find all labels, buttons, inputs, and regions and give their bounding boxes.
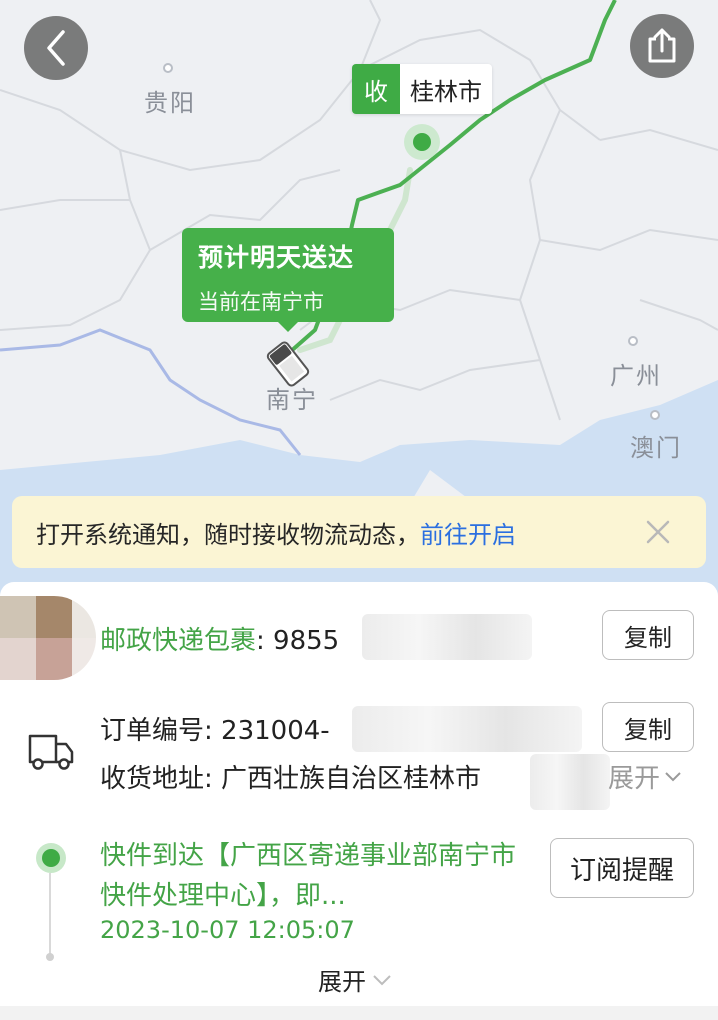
package-tracking-number: 邮政快递包裹: 9855 <box>100 620 339 657</box>
notification-text: 打开系统通知，随时接收物流动态， <box>36 520 420 549</box>
expand-timeline-button[interactable]: 展开 <box>318 962 392 997</box>
destination-pin-icon <box>404 124 440 160</box>
expand-address-button[interactable]: 展开 <box>608 758 682 795</box>
destination-tag: 收 桂林市 <box>352 64 492 114</box>
chevron-down-icon <box>373 974 391 985</box>
expand-address-label: 展开 <box>608 764 661 794</box>
destination-tag-key: 收 <box>352 64 400 114</box>
city-label-guangzhou: 广州 <box>610 362 662 390</box>
close-icon[interactable] <box>640 514 676 550</box>
expand-timeline-label: 展开 <box>318 968 366 996</box>
eta-title: 预计明天送达 <box>198 243 355 272</box>
city-label-macau: 澳门 <box>630 434 682 462</box>
timeline-line <box>49 873 51 955</box>
city-label-guiyang: 贵阳 <box>144 89 196 117</box>
chevron-down-icon <box>665 771 681 781</box>
bottom-bar <box>0 1006 718 1020</box>
city-dot-guiyang <box>163 63 173 73</box>
eta-subtitle: 当前在南宁市 <box>198 290 324 314</box>
copy-tracking-button[interactable]: 复制 <box>602 610 694 660</box>
share-icon <box>648 28 676 63</box>
copy-order-button[interactable]: 复制 <box>602 702 694 752</box>
redacted-order-number <box>352 706 582 752</box>
redacted-tracking-number <box>362 614 532 660</box>
share-button[interactable] <box>630 14 694 78</box>
enable-notification-link[interactable]: 前往开启 <box>420 515 516 550</box>
eta-bubble: 预计明天送达 当前在南宁市 <box>182 228 394 332</box>
latest-event-text: 快件到达【广西区寄递事业部南宁市快件处理中心】，即... <box>100 841 517 911</box>
latest-event-time: 2023-10-07 12:05:07 <box>100 916 355 944</box>
order-number: 订单编号: 231004- <box>100 716 330 746</box>
truck-marker-icon <box>266 341 310 387</box>
chevron-left-icon <box>47 30 65 66</box>
destination-tag-city: 桂林市 <box>400 64 492 114</box>
avatar <box>0 596 96 680</box>
city-dot-macau <box>650 410 660 420</box>
timeline-active-dot-icon <box>36 843 66 873</box>
timeline-end-dot-icon <box>46 953 54 961</box>
notification-banner: 打开系统通知，随时接收物流动态， 前往开启 <box>12 496 706 568</box>
redacted-address <box>530 754 610 810</box>
back-button[interactable] <box>24 16 88 80</box>
shipping-address: 收货地址: 广西壮族自治区桂林市 <box>100 764 482 794</box>
carrier-label: 邮政快递包裹 <box>100 626 257 656</box>
subscribe-button[interactable]: 订阅提醒 <box>550 838 694 898</box>
city-dot-guangzhou <box>628 336 638 346</box>
truck-icon <box>28 734 74 770</box>
tracking-number-prefix: : 9855 <box>256 626 340 656</box>
